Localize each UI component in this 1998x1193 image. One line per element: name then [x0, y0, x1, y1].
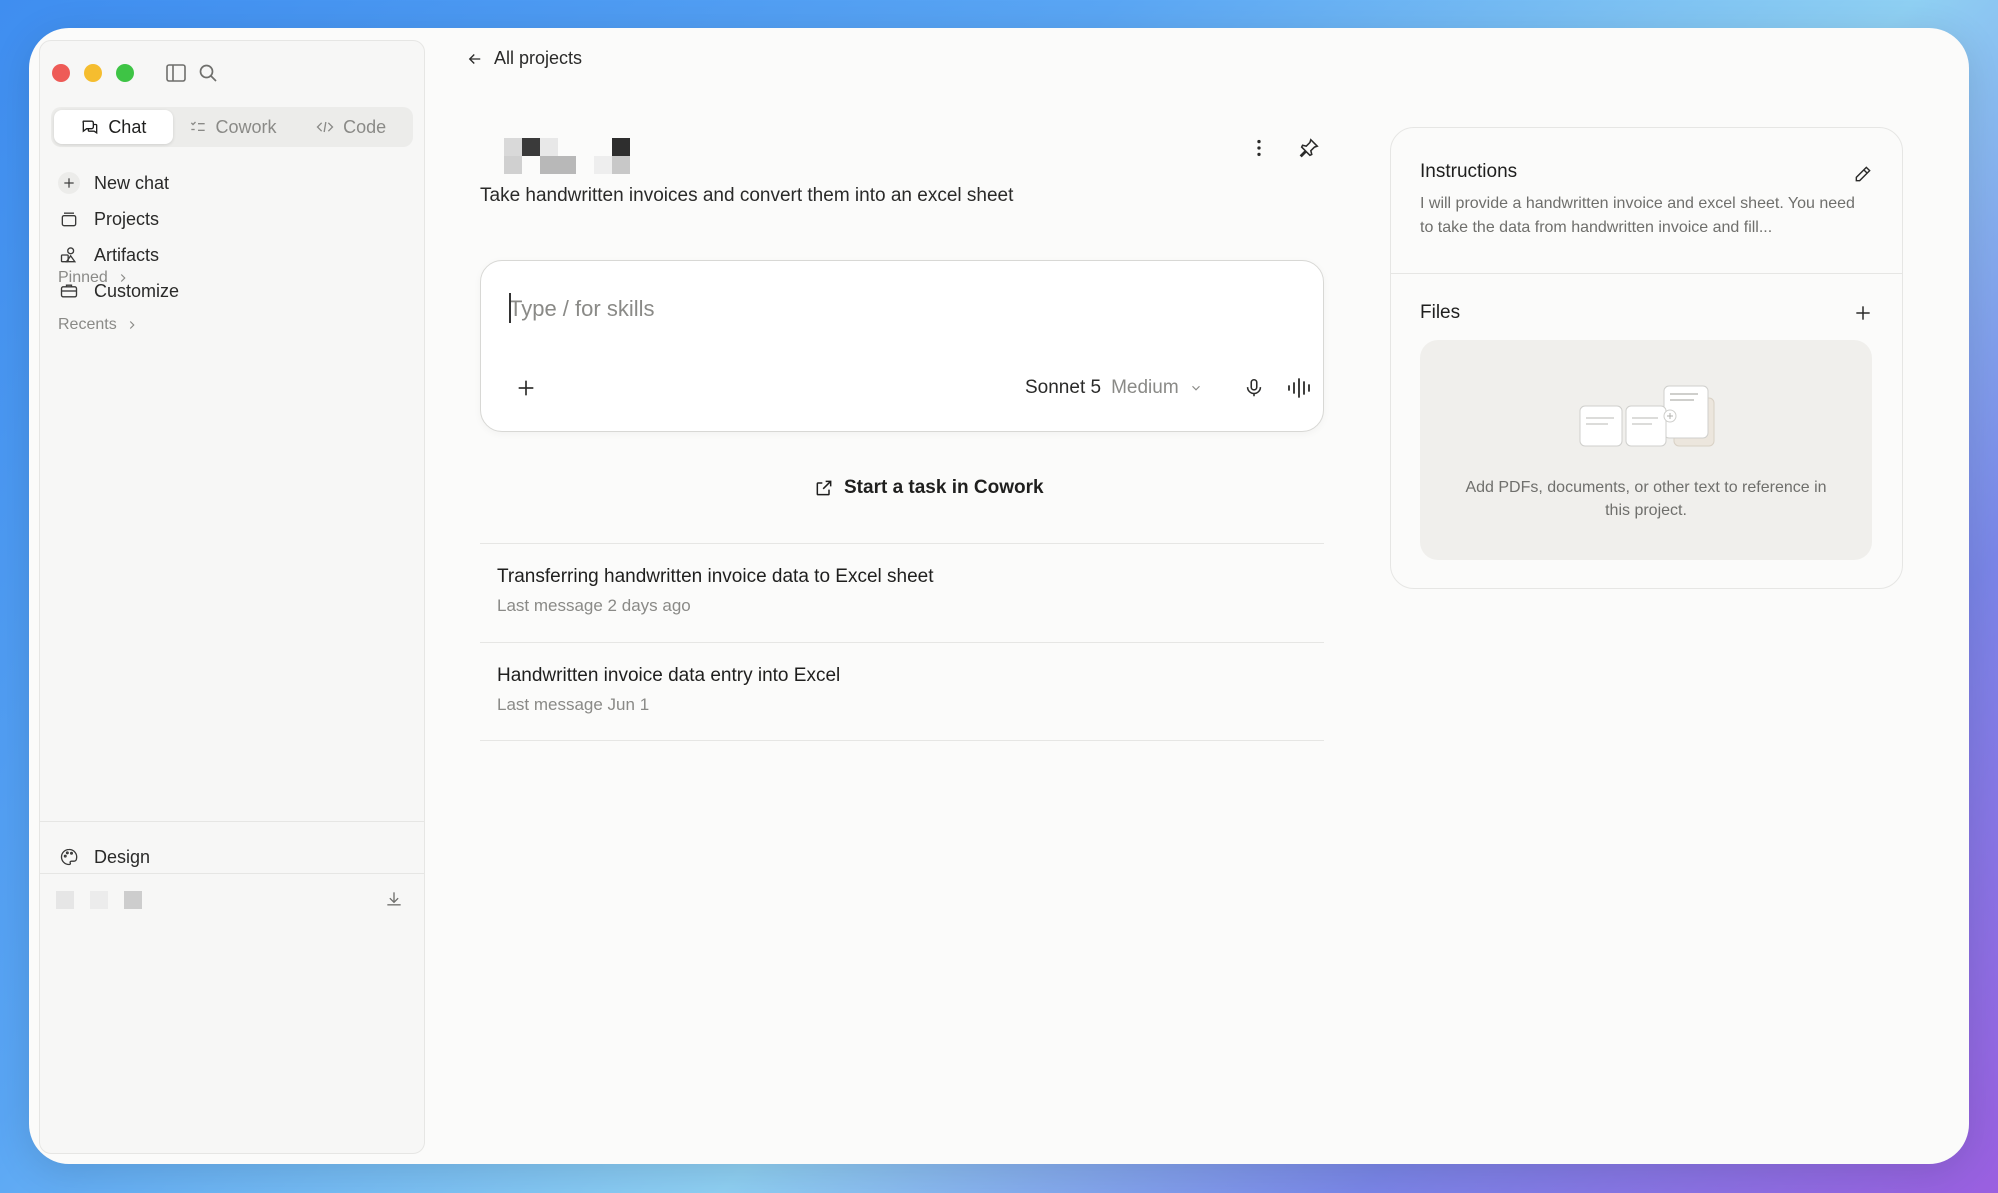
chat-meta: Last message 2 days ago — [497, 596, 691, 615]
plus-icon — [1856, 306, 1870, 320]
all-projects-link[interactable]: All projects — [466, 48, 582, 69]
minimize-window-button[interactable] — [84, 64, 102, 82]
mode-tab-label: Cowork — [215, 116, 277, 137]
mode-tab-code[interactable]: Code — [291, 110, 410, 144]
sidebar-item-label: Design — [94, 846, 151, 867]
pin-project-button[interactable] — [1293, 132, 1325, 164]
mode-tab-label: Chat — [108, 116, 147, 137]
close-window-button[interactable] — [52, 64, 70, 82]
sidebar-item-label: Artifacts — [94, 244, 160, 265]
window-controls — [52, 64, 134, 82]
chat-list-item[interactable]: Handwritten invoice data entry into Exce… — [480, 642, 1324, 741]
pencil-icon — [1855, 166, 1871, 182]
project-knowledge-panel: Instructions I will provide a handwritte… — [1390, 127, 1903, 589]
files-dropzone[interactable]: Add PDFs, documents, or other text to re… — [1420, 340, 1872, 560]
sidebar-nav: New chat Projects Artifacts Customize — [58, 165, 408, 309]
pin-icon — [1299, 138, 1319, 158]
files-title: Files — [1420, 302, 1461, 323]
model-name: Sonnet 5 — [1025, 377, 1102, 398]
sidebar-item-label: New chat — [94, 172, 170, 193]
download-icon[interactable] — [384, 889, 404, 914]
sidebar-item-label: Projects — [94, 208, 160, 229]
files-empty-text: Add PDFs, documents, or other text to re… — [1465, 479, 1827, 519]
instructions-text: I will provide a handwritten invoice and… — [1420, 195, 1855, 236]
code-icon — [316, 121, 334, 133]
mode-tab-label: Code — [343, 116, 387, 137]
recents-section-toggle[interactable]: Recents — [58, 316, 139, 334]
documents-illustration-icon — [1579, 385, 1715, 447]
add-attachment-button[interactable] — [511, 373, 541, 403]
project-chat-list: Transferring handwritten invoice data to… — [480, 543, 1324, 741]
avatar-redacted — [90, 891, 108, 909]
user-profile-row[interactable] — [54, 881, 412, 917]
model-level: Medium — [1111, 377, 1179, 398]
artifacts-icon — [58, 244, 80, 266]
projects-icon — [58, 208, 80, 230]
chat-meta: Last message Jun 1 — [497, 695, 650, 714]
mode-switcher: Chat Cowork Code — [51, 107, 413, 147]
project-title-redacted — [504, 138, 636, 176]
divider — [1391, 273, 1902, 274]
message-composer: Sonnet 5 Medium — [480, 260, 1324, 432]
voice-mode-button[interactable] — [1283, 373, 1317, 403]
app-window: Chat Cowork Code New chat Projects Artif… — [29, 28, 1969, 1164]
plus-icon — [518, 380, 534, 396]
sidebar-item-artifacts[interactable]: Artifacts — [58, 237, 408, 273]
mode-tab-cowork[interactable]: Cowork — [173, 110, 292, 144]
recents-label: Recents — [58, 316, 117, 333]
chat-title: Handwritten invoice data entry into Exce… — [497, 665, 841, 686]
pinned-section-toggle[interactable]: Pinned — [58, 269, 130, 287]
text-caret — [509, 293, 511, 323]
chat-list-item[interactable]: Transferring handwritten invoice data to… — [480, 543, 1324, 642]
avatar — [56, 891, 74, 909]
palette-icon — [58, 846, 80, 868]
project-description: Take handwritten invoices and convert th… — [480, 185, 1014, 206]
microphone-button[interactable] — [1239, 373, 1269, 403]
back-link-label: All projects — [494, 48, 583, 68]
chat-title: Transferring handwritten invoice data to… — [497, 566, 934, 587]
start-cowork-task-button[interactable]: Start a task in Cowork — [814, 477, 1044, 499]
microphone-icon — [1246, 378, 1262, 397]
waveform-icon — [1288, 378, 1310, 398]
more-options-button[interactable] — [1243, 132, 1275, 164]
instructions-title: Instructions — [1420, 161, 1518, 182]
sidebar: Chat Cowork Code New chat Projects Artif… — [39, 40, 425, 1154]
cowork-link-label: Start a task in Cowork — [844, 477, 1044, 498]
divider — [40, 821, 424, 822]
pinned-label: Pinned — [58, 269, 108, 286]
mode-tab-chat[interactable]: Chat — [54, 110, 173, 144]
edit-instructions-button[interactable] — [1850, 161, 1876, 187]
chat-bubbles-icon — [82, 120, 98, 135]
sidebar-item-design[interactable]: Design — [58, 839, 150, 875]
arrow-left-icon — [468, 53, 481, 64]
checklist-icon — [190, 121, 205, 131]
add-file-button[interactable] — [1850, 300, 1876, 326]
message-input[interactable] — [509, 289, 1289, 329]
avatar-redacted — [124, 891, 142, 909]
model-selector[interactable]: Sonnet 5 Medium — [1025, 373, 1203, 403]
project-actions — [1243, 132, 1325, 164]
chevron-right-icon — [129, 321, 135, 329]
external-link-icon — [816, 480, 832, 496]
sidebar-item-projects[interactable]: Projects — [58, 201, 408, 237]
more-vertical-icon — [1257, 139, 1261, 157]
sidebar-item-new-chat[interactable]: New chat — [58, 165, 408, 201]
maximize-window-button[interactable] — [116, 64, 134, 82]
sidebar-toggle-icon[interactable] — [164, 61, 188, 85]
plus-icon — [58, 172, 80, 194]
divider — [40, 873, 424, 874]
search-icon[interactable] — [196, 61, 220, 85]
chevron-down-icon — [1191, 385, 1200, 391]
chevron-right-icon — [120, 274, 126, 282]
